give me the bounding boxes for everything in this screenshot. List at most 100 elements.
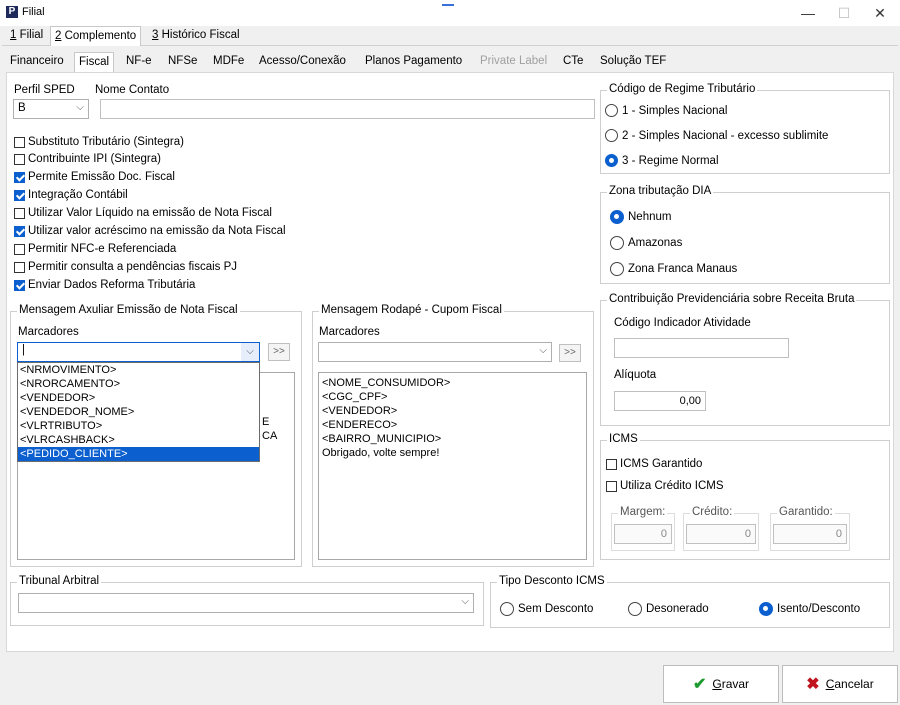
chevron-down-icon: ⌵ [539,345,547,356]
codigo-atividade-label: Código Indicador Atividade [614,317,751,329]
tab-planos-pagamento[interactable]: Planos Pagamento [361,52,466,72]
msg-rodape-textarea[interactable]: <NOME_CONSUMIDOR> <CGC_CPF> <VENDEDOR> <… [318,372,587,560]
tab-fiscal[interactable]: Fiscal [74,52,115,72]
radio-zona-amazonas[interactable]: Amazonas [610,236,682,250]
radio-circle[interactable] [605,104,618,117]
tab-mdfe[interactable]: MDFe [209,52,248,72]
msg-aux-marcadores-label: Marcadores [18,326,79,338]
radio-regime-2[interactable]: 2 - Simples Nacional - excesso sublimite [605,129,828,142]
zona-title: Zona tributação DIA [607,185,714,197]
dropdown-item[interactable]: <NRMOVIMENTO> [18,363,259,377]
margem-label: Margem: [618,506,668,518]
chevron-down-icon[interactable]: ⌵ [241,343,259,361]
radio-circle[interactable] [610,236,624,250]
tab-filial[interactable]: 1 Filial [6,26,47,46]
tab-historico-fiscal[interactable]: 3 Histórico Fiscal [148,26,244,46]
dropdown-item[interactable]: <NRORCAMENTO> [18,377,259,391]
window-title: Filial [22,6,45,18]
msg-aux-title: Mensagem Axuliar Emissão de Nota Fiscal [17,304,240,316]
aliquota-input[interactable]: 0,00 [614,391,706,411]
radio-circle[interactable] [605,154,618,167]
chk-substituto-tributario[interactable]: Substituto Tributário (Sintegra) [14,136,184,148]
aliquota-label: Alíquota [614,369,657,381]
tab-private-label: Private Label [480,55,548,67]
perfil-sped-select[interactable]: B ⌵ [13,99,89,119]
radio-zona-franca[interactable]: Zona Franca Manaus [610,262,737,276]
radio-circle[interactable] [610,262,624,276]
checkbox-box[interactable] [14,189,25,201]
dropdown-item[interactable]: <VLRCASHBACK> [18,433,259,447]
tab-nfe[interactable]: NF-e [122,52,156,72]
tab-complemento[interactable]: 2 Complemento [50,26,142,46]
tab-complemento-label: Complemento [61,30,137,42]
dropdown-item[interactable]: <VENDEDOR_NOME> [18,405,259,419]
chevron-down-icon: ⌵ [461,596,469,607]
checkbox-box[interactable] [14,225,25,237]
tab-nfse[interactable]: NFSe [164,52,201,72]
radio-isento-desconto[interactable]: Isento/Desconto [759,602,860,616]
x-icon: ✖ [806,676,820,693]
chk-credito-icms[interactable]: Utiliza Crédito ICMS [606,480,724,492]
title-bar: P Filial — ☐ ✕ [0,0,900,26]
tab-filial-label: Filial [16,29,44,41]
radio-zona-nenhum[interactable]: Nehnum [610,210,671,224]
nome-contato-input[interactable] [100,99,595,119]
radio-label: Isento/Desconto [777,603,861,615]
radio-circle[interactable] [759,602,773,616]
radio-circle[interactable] [500,602,514,616]
checkbox-box[interactable] [14,261,25,273]
radio-circle[interactable] [610,210,624,224]
radio-label: 3 - Regime Normal [622,154,719,167]
msg-rodape-marcadores-select[interactable]: ⌵ [318,342,552,362]
minimize-button[interactable]: — [790,3,826,23]
radio-circle[interactable] [628,602,642,616]
marcadores-dropdown-list[interactable]: <NRMOVIMENTO> <NRORCAMENTO> <VENDEDOR> <… [17,362,260,462]
checkbox-box[interactable] [606,480,617,492]
msg-rodape-add-button[interactable]: >> [559,344,581,362]
checkbox-box[interactable] [14,243,25,255]
tab-financeiro[interactable]: Financeiro [6,52,68,72]
tipo-desconto-title: Tipo Desconto ICMS [497,575,607,587]
close-button[interactable]: ✕ [862,3,898,23]
dropdown-item[interactable]: <VENDEDOR> [18,391,259,405]
radio-label: Sem Desconto [518,603,594,615]
msg-aux-marcadores-select[interactable]: | ⌵ [17,342,260,362]
dropdown-item-selected[interactable]: <PEDIDO_CLIENTE> [18,447,259,461]
chk-integracao-contabil[interactable]: Integração Contábil [14,189,128,201]
msg-aux-add-button[interactable]: >> [268,343,290,361]
chevron-down-icon: ⌵ [76,102,84,113]
tribunal-select[interactable]: ⌵ [18,593,474,613]
checkbox-box[interactable] [14,207,25,219]
chk-label: Enviar Dados Reforma Tributária [28,279,196,291]
chk-contribuinte-ipi[interactable]: Contribuinte IPI (Sintegra) [14,153,161,165]
nome-contato-label: Nome Contato [95,84,170,96]
cancelar-button[interactable]: ✖ Cancelar [782,665,898,703]
chk-nfce-referenciada[interactable]: Permitir NFC-e Referenciada [14,243,176,255]
radio-regime-1[interactable]: 1 - Simples Nacional [605,104,727,117]
checkbox-box[interactable] [606,458,617,470]
radio-regime-3[interactable]: 3 - Regime Normal [605,154,719,167]
gravar-button[interactable]: ✔ Gravar [663,665,779,703]
tab-acesso-conexao[interactable]: Acesso/Conexão [255,52,350,72]
checkbox-box[interactable] [14,136,25,148]
chk-permite-emissao[interactable]: Permite Emissão Doc. Fiscal [14,171,175,183]
maximize-button[interactable]: ☐ [826,3,862,23]
chk-reforma-tributaria[interactable]: Enviar Dados Reforma Tributária [14,279,195,291]
msg-aux-combo-value: | [22,344,25,356]
chk-pendencias-fiscais[interactable]: Permitir consulta a pendências fiscais P… [14,261,237,273]
codigo-atividade-input[interactable] [614,338,789,358]
chk-valor-acrescimo[interactable]: Utilizar valor acréscimo na emissão da N… [14,225,286,237]
radio-desonerado[interactable]: Desonerado [628,602,709,616]
textarea-line: <VENDEDOR> [322,405,398,417]
checkbox-box[interactable] [14,171,25,183]
chk-valor-liquido[interactable]: Utilizar Valor Líquido na emissão de Not… [14,207,272,219]
dropdown-item[interactable]: <VLRTRIBUTO> [18,419,259,433]
checkbox-box[interactable] [14,279,25,291]
tab-solucao-tef[interactable]: Solução TEF [596,52,670,72]
tab-cte[interactable]: CTe [559,52,587,72]
radio-sem-desconto[interactable]: Sem Desconto [500,602,593,616]
chk-icms-garantido[interactable]: ICMS Garantido [606,458,702,470]
checkbox-box[interactable] [14,153,25,165]
chk-label: ICMS Garantido [620,458,703,470]
radio-circle[interactable] [605,129,618,142]
